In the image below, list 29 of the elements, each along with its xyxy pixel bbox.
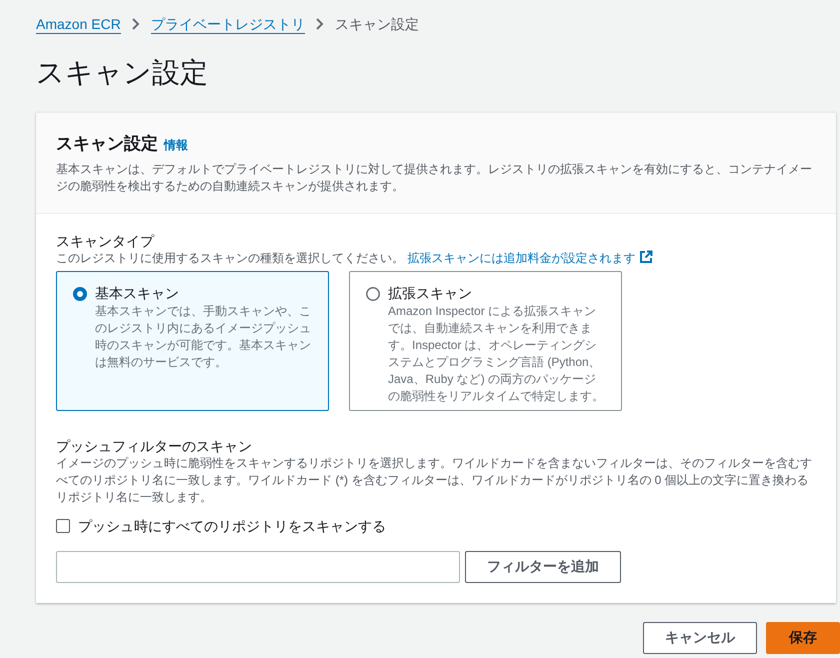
scan-option-tile[interactable]: 基本スキャン 基本スキャンでは、手動スキャンや、このレジストリ内にあるイメージプッシュ時のスキャンが可能です。基本スキャンは無料のサービスです。 [56,270,329,410]
checkbox-label: プッシュ時にすべてのリポジトリをスキャンする [78,516,386,536]
cancel-button[interactable]: キャンセル [643,622,757,654]
chevron-icon [130,18,141,30]
breadcrumb-link[interactable]: Amazon ECR [36,14,121,34]
filter-input-field[interactable] [56,550,460,582]
pricing-link[interactable]: 拡張スキャンには追加料金が設定されます [407,250,654,264]
breadcrumb-current: スキャン設定 [334,14,419,34]
page-title: スキャン設定 [36,56,209,90]
push-filter-label: プッシュフィルターのスキャン [56,436,253,454]
push-filter-description: イメージのプッシュ時に脆弱性をスキャンするリポジトリを選択します。ワイルドカードを含まないフィルターは、そのフィルターを含むすべてのリポジトリ名に一致します。ワイルドカード (*) を含むフィルターは、ワイルドカードがリポジトリ名の 0 個以上の文字に置き換わるリポジトリ名に一致します。 [56,454,813,506]
option-description: Amazon Inspector による拡張スキャンでは、自動連続スキャンを利用できます。Inspector は、オペレーティングシステムとプログラミング言語 (Python、Java、Ruby など) の両方のパッケージの脆弱性をリアルタイムで特定します。 [388,302,605,404]
scan-type-label: スキャンタイプ [56,232,156,250]
scan-option-tile[interactable]: 拡張スキャン Amazon Inspector による拡張スキャンでは、自動連続スキャンを利用できます。Inspector は、オペレーティングシステムとプログラミング言語 (Python、Java、Ruby など) の両方のパッケージの脆弱性をリアルタイムで特定します。 [349,270,622,410]
save-button[interactable]: 保存 [766,622,840,654]
radio-button[interactable] [366,286,380,300]
external-link-icon [639,250,654,264]
panel-description: 基本スキャンは、デフォルトでプライベートレジストリに対して提供されます。レジストリの拡張スキャンを有効にすると、コンテナイメージの脆弱性を検出するための自動連続スキャンが提供されます。 [56,160,813,194]
option-title: 拡張スキャン [388,284,473,302]
add-filter-button[interactable]: フィルターを追加 [465,550,621,582]
panel-title: スキャン設定 [56,133,158,155]
option-description: 基本スキャンでは、手動スキャンや、このレジストリ内にあるイメージプッシュ時のスキャンが可能です。基本スキャンは無料のサービスです。 [95,302,312,370]
checkbox[interactable] [56,519,70,533]
breadcrumb-link[interactable]: プライベートレジストリ [150,14,305,34]
scan-type-description: このレジストリに使用するスキャンの種類を選択してください。 [56,250,405,264]
info-link[interactable]: 情報 [164,136,188,154]
option-title: 基本スキャン [95,284,180,302]
radio-button[interactable] [73,286,87,300]
chevron-icon [314,18,325,30]
